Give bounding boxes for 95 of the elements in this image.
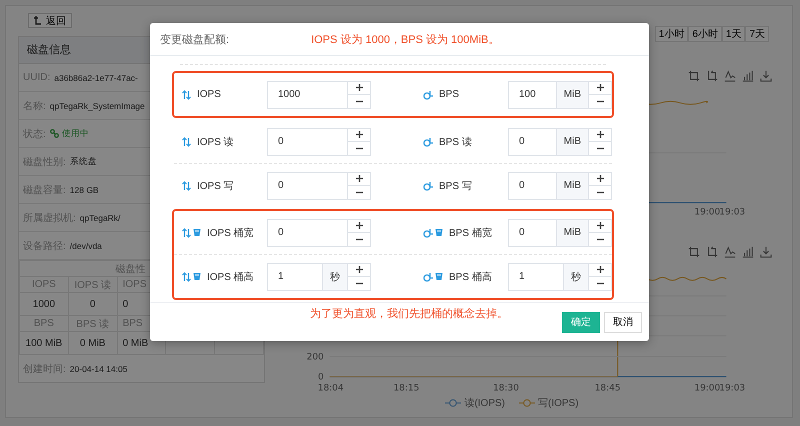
bar-chart-button[interactable] (741, 69, 755, 83)
table-cell: 0 MiB (68, 332, 118, 354)
axis-label: 19:03 (719, 383, 746, 394)
time-range-tab[interactable]: 6小时 (688, 26, 722, 42)
plus-icon (356, 222, 362, 230)
number-field[interactable]: 1 秒 (267, 262, 371, 290)
plus-icon (356, 266, 362, 274)
bucket-icon (435, 228, 443, 237)
time-range-tab[interactable]: 7天 (745, 26, 769, 42)
unit-label: MiB (556, 172, 588, 198)
zoom-reset-button[interactable] (705, 244, 719, 258)
axis-label: 18:30 (493, 383, 519, 394)
download-button[interactable] (759, 244, 773, 258)
up-down-arrows-icon (182, 90, 191, 100)
number-field[interactable]: 0 MiB (508, 172, 612, 200)
legend-label: 写(IOPS) (538, 397, 579, 410)
unit-label: 秒 (563, 264, 588, 290)
download-button[interactable] (759, 69, 773, 83)
speed-icon (423, 272, 433, 282)
plus-icon (356, 175, 362, 182)
zoom-button[interactable] (687, 69, 701, 83)
field-label: BPS (439, 89, 460, 100)
number-field[interactable]: 100 MiB (508, 80, 612, 108)
axis-label: 18:45 (594, 383, 621, 394)
back-button[interactable]: 返回 (28, 13, 72, 28)
link-icon (50, 129, 59, 138)
bucket-icon (193, 228, 201, 237)
speed-icon (423, 90, 433, 100)
line-chart-button[interactable] (723, 69, 737, 83)
zoom-button[interactable] (687, 244, 701, 258)
back-arrow-icon (34, 16, 41, 25)
legend-label: 读(IOPS) (464, 396, 505, 410)
up-down-arrows-icon (182, 136, 191, 146)
field-label: BPS 写 (439, 180, 472, 192)
field-value: 20-04-14 14:05 (70, 364, 128, 374)
table-cell: 0 (68, 292, 118, 316)
annotation-text: 为了更为直观，我们先把桶的概念去掉。 (310, 307, 509, 321)
time-range-tab[interactable]: 1小时 (654, 26, 688, 42)
bucket-icon (193, 272, 201, 281)
axis-label: 19:03 (719, 208, 746, 218)
field-label: IOPS 读 (197, 136, 234, 148)
field-value: /dev/vda (70, 240, 102, 250)
speed-icon (423, 228, 433, 238)
time-range-tab[interactable]: 1天 (722, 26, 746, 42)
plus-icon (356, 84, 362, 92)
field-label: BPS 桶高 (449, 270, 492, 284)
plus-icon (596, 131, 604, 138)
table-cell: 1000 (20, 292, 68, 316)
plus-icon (596, 175, 604, 182)
plus-icon (356, 131, 362, 138)
field-label: BPS 桶宽 (449, 226, 492, 240)
unit-label: 秒 (322, 264, 347, 290)
speed-icon (423, 180, 433, 190)
axis-label: 200 (306, 352, 324, 362)
up-down-arrows-icon (182, 180, 191, 190)
unit-label: MiB (556, 220, 588, 246)
zoom-reset-button[interactable] (705, 69, 719, 83)
axis-label: 18:04 (318, 383, 344, 394)
number-field[interactable]: 0 (267, 172, 371, 200)
unit-label: MiB (556, 128, 588, 154)
number-field[interactable]: 0 MiB (508, 128, 612, 156)
field-label: BPS 读 (439, 136, 472, 148)
bucket-icon (435, 272, 443, 281)
field-value: qpTegaRk_SystemImage (50, 100, 145, 110)
unit-label: MiB (556, 82, 588, 108)
line-chart-button[interactable] (723, 244, 737, 258)
field-value: a36b86a2-1e77-47ac- (54, 72, 138, 82)
plus-icon (596, 84, 604, 92)
field-value: qpTegaRk/ (80, 212, 120, 222)
axis-label: 0 (318, 372, 324, 382)
status-value: 使用中 (50, 128, 89, 140)
axis-label: 18:15 (393, 383, 420, 394)
cancel-button[interactable]: 取消 (604, 312, 642, 332)
field-value: 128 GB (70, 184, 99, 194)
number-field[interactable]: 1 秒 (508, 262, 612, 290)
field-label: IOPS (197, 89, 221, 100)
table-cell: 100 MiB (20, 332, 68, 354)
plus-icon (596, 222, 604, 230)
number-field[interactable]: 1000 (267, 80, 371, 108)
field-label: IOPS 写 (197, 180, 234, 192)
number-field[interactable]: 0 (267, 218, 371, 246)
legend-marker-icon (445, 399, 462, 407)
plus-icon (596, 266, 604, 274)
up-down-arrows-icon (182, 228, 191, 238)
axis-label: 19:00 (694, 383, 720, 394)
number-field[interactable]: 0 (267, 128, 371, 156)
bar-chart-button[interactable] (741, 244, 755, 258)
annotation-text: IOPS 设为 1000，BPS 设为 100MiB。 (311, 32, 500, 46)
speed-icon (423, 136, 433, 146)
legend-marker-icon (519, 399, 535, 407)
field-label: IOPS 桶宽 (207, 226, 254, 240)
number-field[interactable]: 0 MiB (508, 218, 612, 246)
axis-label: 19:00 (694, 208, 720, 218)
up-down-arrows-icon (182, 272, 191, 282)
field-value: 系统盘 (70, 156, 97, 168)
